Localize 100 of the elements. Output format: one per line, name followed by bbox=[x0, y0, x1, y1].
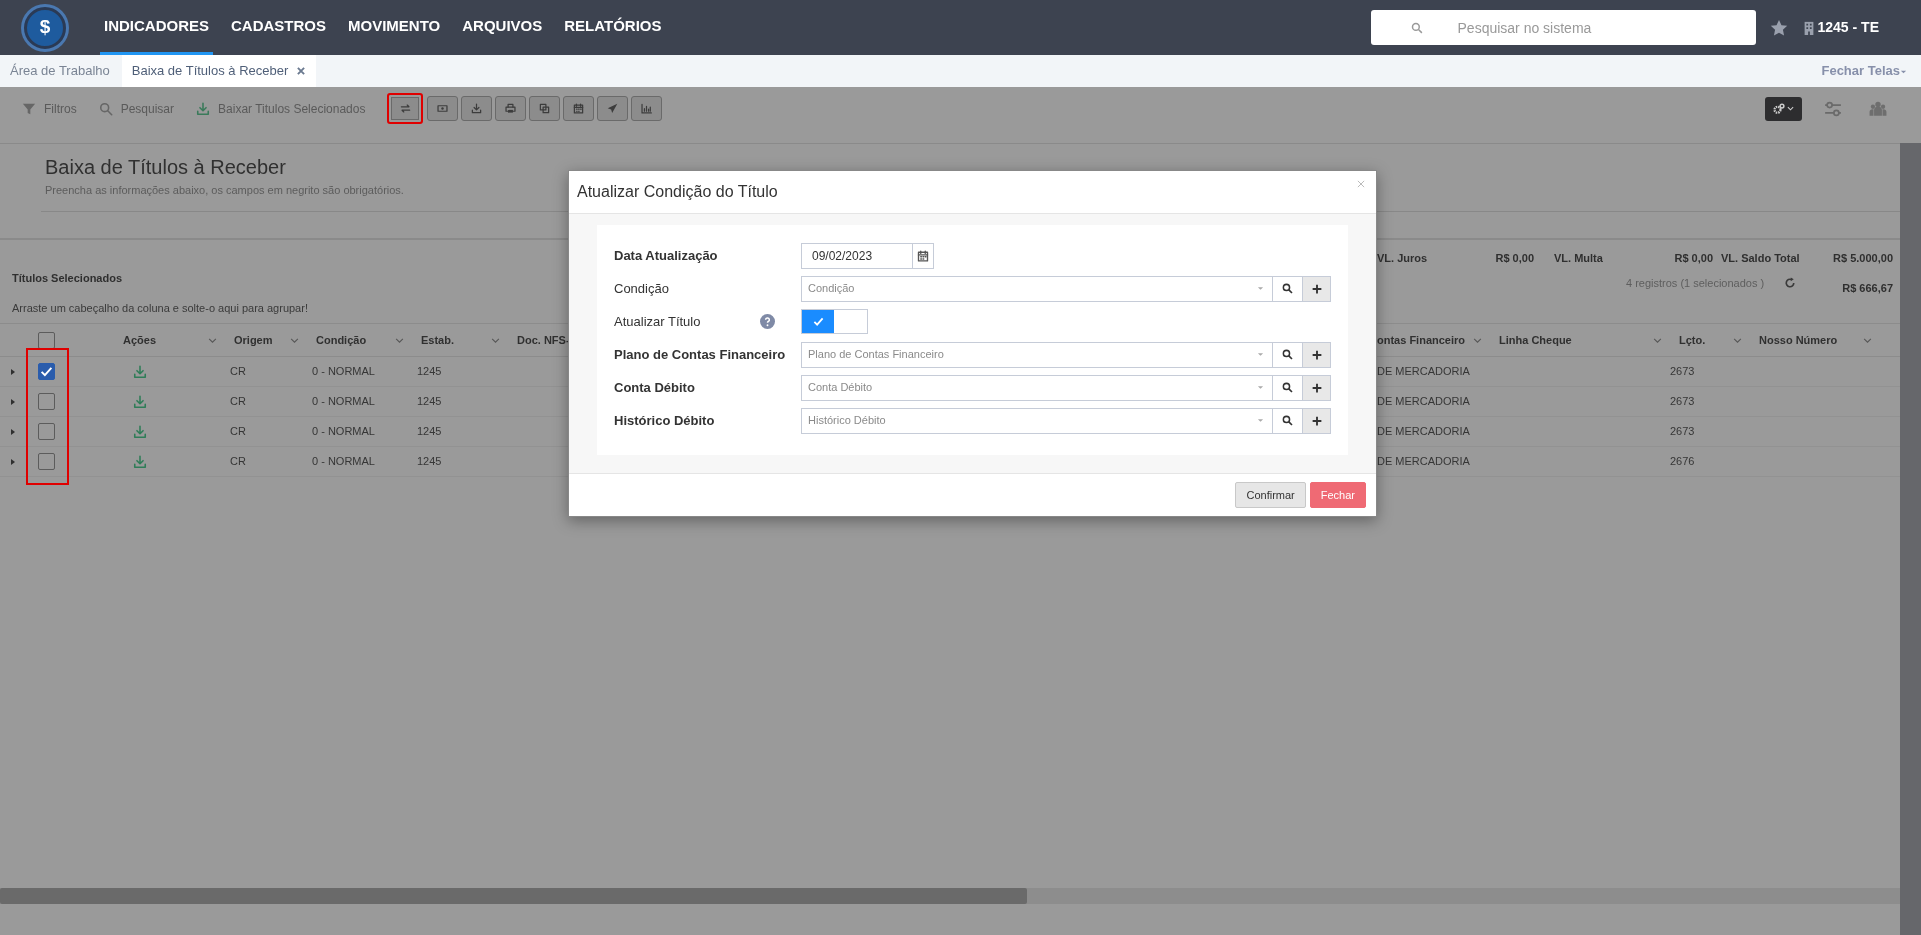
chevron-icon[interactable] bbox=[395, 335, 404, 345]
chart-icon bbox=[641, 103, 653, 114]
table-cell-text: 2673 bbox=[1670, 394, 1695, 410]
search-button[interactable] bbox=[1273, 275, 1303, 302]
menu-item[interactable]: ARQUIVOS bbox=[458, 0, 547, 55]
vertical-scrollbar[interactable] bbox=[1900, 143, 1921, 935]
calendar-button[interactable] bbox=[913, 242, 934, 269]
chevron-icon[interactable] bbox=[1733, 335, 1742, 345]
table-cell-text: 0 - NORMAL bbox=[312, 364, 375, 380]
table-cell-text: 1245 bbox=[417, 454, 442, 470]
toolbar-icon-button[interactable] bbox=[495, 96, 527, 121]
select-field[interactable]: Histórico Débito bbox=[801, 407, 1273, 434]
toolbar-button[interactable]: Filtros bbox=[22, 99, 77, 118]
close-all-link[interactable]: Fechar Telas bbox=[1821, 61, 1907, 81]
screen-tab[interactable]: Área de Trabalho bbox=[0, 55, 120, 87]
expand-icon[interactable] bbox=[8, 427, 17, 436]
table-cell-text: 1245 bbox=[417, 424, 442, 440]
logo[interactable]: $ bbox=[24, 6, 66, 49]
calendar-icon bbox=[917, 249, 929, 262]
add-button[interactable] bbox=[1303, 407, 1331, 434]
search-button[interactable] bbox=[1273, 407, 1303, 434]
expand-icon[interactable] bbox=[8, 457, 17, 466]
column-header[interactable]: Condição bbox=[316, 331, 367, 349]
add-button[interactable] bbox=[1303, 275, 1331, 302]
table-cell-text: 1245 bbox=[417, 394, 442, 410]
search-icon bbox=[98, 101, 113, 116]
add-button[interactable] bbox=[1303, 341, 1331, 368]
download-icon[interactable] bbox=[132, 394, 147, 409]
table-cell-text: CR bbox=[230, 364, 246, 380]
toolbar-icon-button[interactable] bbox=[631, 96, 663, 121]
close-icon[interactable] bbox=[296, 66, 307, 76]
chevron-icon[interactable] bbox=[1653, 335, 1662, 345]
toolbar-button[interactable]: Pesquisar bbox=[98, 99, 175, 118]
column-header[interactable]: Nosso Número bbox=[1759, 331, 1838, 349]
download-icon[interactable] bbox=[132, 454, 147, 469]
toolbar-button[interactable]: Baixar Titulos Selecionados bbox=[196, 99, 366, 118]
menu-item[interactable]: CADASTROS bbox=[227, 0, 331, 55]
column-header[interactable]: Linha Cheque bbox=[1499, 331, 1572, 349]
expand-icon[interactable] bbox=[8, 397, 17, 406]
column-header[interactable]: ontas Financeiro bbox=[1377, 331, 1466, 349]
row-checkbox[interactable] bbox=[38, 453, 55, 470]
column-header[interactable]: Lçto. bbox=[1679, 331, 1706, 349]
chevron-icon[interactable] bbox=[1863, 335, 1872, 345]
select-field[interactable]: Condição bbox=[801, 275, 1273, 302]
menu-item[interactable]: MOVIMENTO bbox=[344, 0, 445, 55]
toolbar-icon-button[interactable] bbox=[563, 96, 595, 121]
search-button[interactable] bbox=[1273, 374, 1303, 401]
download-icon[interactable] bbox=[132, 364, 147, 379]
toolbar-icon-button[interactable] bbox=[387, 93, 424, 124]
close-icon[interactable] bbox=[1356, 179, 1366, 189]
dialog-title: Atualizar Condição do Título bbox=[577, 181, 778, 202]
row-checkbox[interactable] bbox=[38, 363, 55, 380]
close-button[interactable]: Fechar bbox=[1309, 481, 1366, 508]
menu-item[interactable]: RELATÓRIOS bbox=[560, 0, 666, 55]
scrollbar-thumb[interactable] bbox=[0, 888, 1027, 904]
date-field[interactable]: 09/02/2023 bbox=[801, 242, 913, 269]
add-button[interactable] bbox=[1303, 374, 1331, 401]
chevron-icon[interactable] bbox=[208, 335, 217, 345]
total-value: R$ 0,00 bbox=[1674, 251, 1713, 266]
total-label: VL. Juros bbox=[1377, 251, 1428, 266]
field-label: Atualizar Título bbox=[614, 312, 701, 331]
chevron-icon[interactable] bbox=[1473, 335, 1482, 345]
search-icon bbox=[1282, 283, 1293, 294]
row-checkbox[interactable] bbox=[38, 423, 55, 440]
chevron-icon[interactable] bbox=[491, 335, 500, 345]
star-icon[interactable] bbox=[1769, 18, 1788, 37]
sliders-icon[interactable] bbox=[1824, 99, 1842, 118]
settings-dropdown-button[interactable] bbox=[1765, 96, 1802, 121]
toolbar-icon-button[interactable] bbox=[529, 96, 561, 121]
column-header[interactable]: Doc. NFS- bbox=[517, 331, 570, 349]
row-checkbox[interactable] bbox=[38, 393, 55, 410]
table-cell-text: 0 - NORMAL bbox=[312, 394, 375, 410]
search-icon bbox=[1282, 349, 1293, 360]
download-icon[interactable] bbox=[132, 424, 147, 439]
total-label: VL. Saldo Total bbox=[1721, 251, 1800, 266]
select-field[interactable]: Plano de Contas Financeiro bbox=[801, 341, 1273, 368]
field-label: Condição bbox=[614, 279, 670, 298]
table-cell-text: CR bbox=[230, 394, 246, 410]
confirm-button[interactable]: Confirmar bbox=[1235, 481, 1306, 508]
select-field[interactable]: Conta Débito bbox=[801, 374, 1273, 401]
column-header[interactable]: Ações bbox=[123, 331, 157, 349]
chevron-icon[interactable] bbox=[290, 335, 299, 345]
toolbar-icon-button[interactable] bbox=[597, 96, 629, 121]
column-header[interactable]: Origem bbox=[234, 331, 273, 349]
toolbar-icon-button[interactable] bbox=[427, 96, 459, 121]
table-cell-text: CR bbox=[230, 454, 246, 470]
help-icon[interactable] bbox=[760, 314, 775, 329]
horizontal-scrollbar[interactable] bbox=[0, 888, 1900, 904]
search-field[interactable]: Pesquisar no sistema bbox=[1370, 10, 1756, 45]
select-all-checkbox[interactable] bbox=[38, 331, 55, 349]
toggle-switch[interactable] bbox=[801, 309, 868, 334]
search-button[interactable] bbox=[1273, 341, 1303, 368]
check-icon bbox=[812, 316, 824, 327]
screen-tab[interactable]: Baixa de Títulos à Receber bbox=[121, 55, 317, 87]
column-header[interactable]: Estab. bbox=[421, 331, 454, 349]
table-cell-text: 2673 bbox=[1670, 424, 1695, 440]
toolbar-icon-button[interactable] bbox=[461, 96, 493, 121]
people-icon[interactable] bbox=[1868, 99, 1888, 118]
refresh-icon[interactable] bbox=[1784, 276, 1797, 289]
expand-icon[interactable] bbox=[8, 367, 17, 376]
